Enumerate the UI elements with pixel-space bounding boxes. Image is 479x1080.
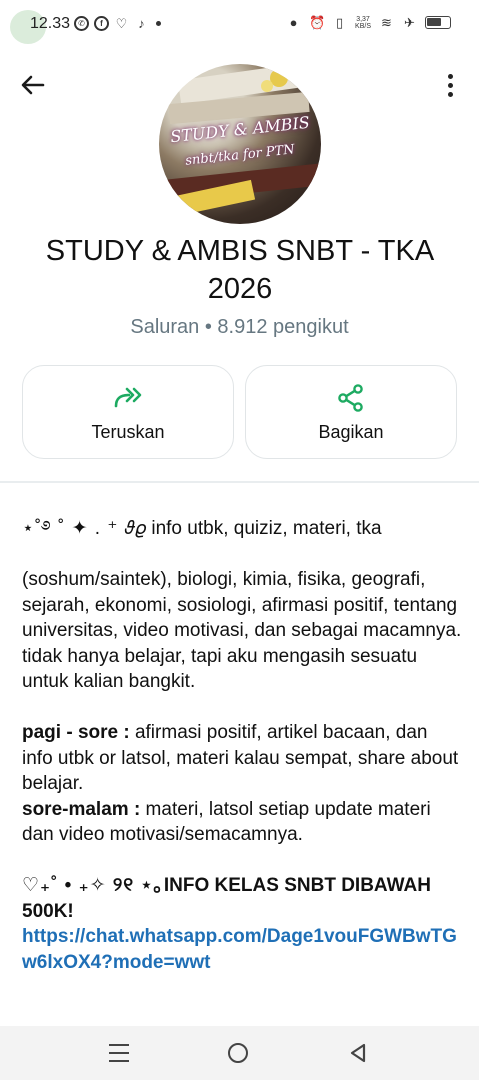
tiktok-icon: ♪ bbox=[138, 16, 145, 31]
share-icon bbox=[338, 384, 363, 412]
class-info: ♡₊˚ • ₊✧ ୨୧ ⋆｡INFO KELAS SNBT DIBAWAH 50… bbox=[22, 873, 462, 924]
share-label: Bagikan bbox=[318, 422, 384, 442]
arrow-left-icon bbox=[21, 75, 45, 95]
schedule-morning-label: pagi - sore : bbox=[22, 722, 130, 743]
back-triangle-icon[interactable] bbox=[348, 1042, 368, 1064]
home-button[interactable] bbox=[228, 1043, 248, 1063]
status-time: 12.33 bbox=[30, 15, 71, 32]
schedule-evening-label: sore-malam : bbox=[22, 798, 141, 820]
channel-title: STUDY & AMBIS SNBT - TKA 2026 bbox=[45, 235, 435, 305]
schedule-morning: pagi - sore : afirmasi positif, artikel … bbox=[22, 720, 462, 797]
recent-apps-button[interactable] bbox=[109, 1044, 129, 1062]
description-line-1: ⋆˚࿔ ˚ ✦ . ⁺ 𝜗𝜚 info utbk, quiziz, materi… bbox=[22, 516, 462, 542]
decorative-symbols: ⋆˚࿔ ˚ ✦ . ⁺ bbox=[22, 518, 125, 539]
more-notifications-dot bbox=[156, 21, 161, 26]
divider bbox=[0, 481, 479, 483]
channel-avatar[interactable]: STUDY & AMBIS snbt/tka for PTN bbox=[159, 64, 321, 224]
schedule-evening: sore-malam : materi, latsol setiap updat… bbox=[22, 797, 462, 848]
more-options-button[interactable] bbox=[436, 70, 464, 100]
back-button[interactable] bbox=[18, 70, 48, 100]
system-navigation-bar bbox=[0, 1026, 479, 1080]
network-speed: 3,37 KB/S bbox=[355, 15, 371, 30]
vibrate-icon: ▯ bbox=[335, 15, 344, 30]
share-button[interactable]: Bagikan bbox=[245, 365, 457, 459]
location-icon: ● bbox=[289, 15, 298, 30]
whatsapp-icon: ✆ bbox=[74, 16, 89, 31]
status-bar: 12.33 ✆ f ♡ ♪ ● ⏰ ▯ 3,37 KB/S ≋ ✈ bbox=[0, 0, 479, 48]
forward-icon bbox=[114, 387, 142, 408]
alarm-icon: ⏰ bbox=[309, 15, 326, 30]
facebook-icon: f bbox=[94, 16, 109, 31]
description-intro: 𝜗𝜚 info utbk, quiziz, materi, tka bbox=[124, 518, 382, 539]
forward-button[interactable]: Teruskan bbox=[22, 365, 234, 459]
battery-icon bbox=[425, 16, 451, 29]
channel-description: ⋆˚࿔ ˚ ✦ . ⁺ 𝜗𝜚 info utbk, quiziz, materi… bbox=[22, 516, 462, 975]
whatsapp-invite-link[interactable]: https://chat.whatsapp.com/Dage1vouFGWBwT… bbox=[22, 926, 457, 973]
dot-icon bbox=[447, 73, 453, 79]
airplane-icon: ✈ bbox=[404, 15, 415, 30]
wifi-icon: ≋ bbox=[381, 15, 392, 30]
class-info-decoration: ♡₊˚ • ₊✧ ୨୧ ⋆｡ bbox=[22, 875, 164, 896]
forward-label: Teruskan bbox=[91, 422, 165, 442]
description-paragraph: (soshum/saintek), biologi, kimia, fisika… bbox=[22, 569, 462, 692]
channel-subtitle: Saluran • 8.912 pengikut bbox=[130, 316, 349, 338]
heart-icon: ♡ bbox=[115, 16, 128, 31]
